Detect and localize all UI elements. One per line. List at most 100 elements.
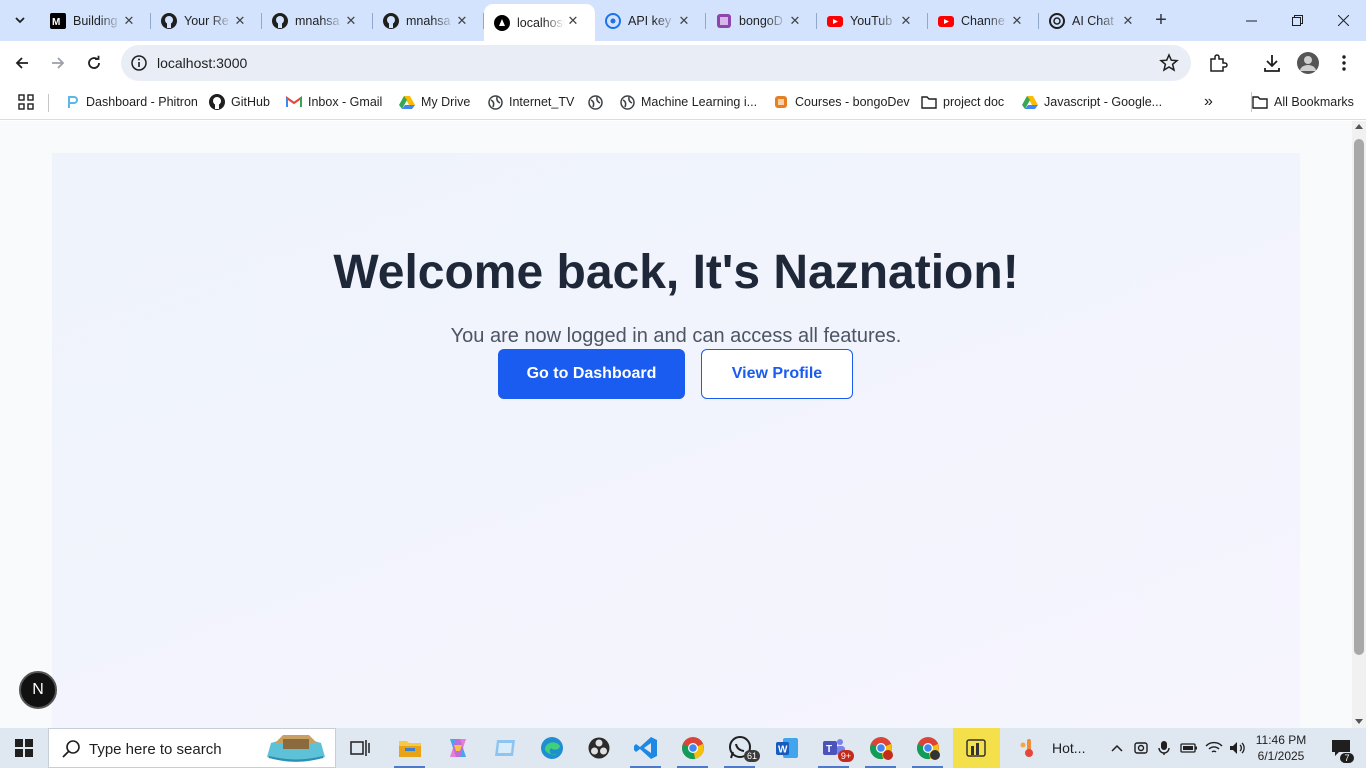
- tray-network[interactable]: [1202, 728, 1226, 768]
- close-icon[interactable]: ✕: [676, 13, 692, 29]
- tab-bongodev[interactable]: bongoD ✕: [706, 4, 817, 38]
- tab-channel[interactable]: Channe ✕: [928, 4, 1039, 38]
- weather-widget[interactable]: Hot...: [1018, 728, 1085, 768]
- taskbar-highlighted-app[interactable]: [953, 728, 1000, 768]
- close-icon[interactable]: ✕: [1009, 13, 1025, 29]
- browser-menu-button[interactable]: [1333, 52, 1355, 74]
- apps-grid-icon: [18, 94, 34, 110]
- globe-icon: [619, 94, 635, 110]
- scrollbar-thumb[interactable]: [1354, 139, 1364, 655]
- globe-icon: [487, 94, 503, 110]
- taskbar-chrome-profile-a[interactable]: [857, 728, 904, 768]
- tab-title: mnahsa: [406, 14, 451, 28]
- tab-localhost[interactable]: localhost ✕: [484, 4, 595, 41]
- downloads-button[interactable]: [1261, 52, 1283, 74]
- bookmark-courses-bongodev[interactable]: Courses - bongoDev: [773, 92, 910, 112]
- folder-icon: [921, 94, 937, 110]
- bookmark-machine-learning[interactable]: Machine Learning i...: [619, 92, 757, 112]
- taskbar-chrome-profile-b[interactable]: [904, 728, 951, 768]
- tab-mnahsa-2[interactable]: mnahsa ✕: [373, 4, 484, 38]
- tab-title: Channe: [961, 14, 1005, 28]
- view-profile-button[interactable]: View Profile: [701, 349, 853, 399]
- chrome-icon: [681, 737, 704, 760]
- tab-your-repo[interactable]: Your Re ✕: [151, 4, 262, 38]
- taskbar-search-box[interactable]: Type here to search: [48, 728, 336, 768]
- windows-taskbar: Type here to search 61 W T 9+ Hot... 11:…: [0, 728, 1366, 768]
- nextjs-dev-tools-button[interactable]: N: [19, 671, 57, 709]
- svg-text:T: T: [826, 744, 832, 755]
- profile-avatar[interactable]: [1297, 52, 1319, 74]
- scroll-up-arrow-icon[interactable]: [1355, 124, 1363, 129]
- scroll-down-arrow-icon[interactable]: [1355, 719, 1363, 724]
- vertical-scrollbar[interactable]: [1352, 121, 1366, 728]
- notification-center-button[interactable]: 7: [1318, 728, 1364, 768]
- address-bar[interactable]: localhost:3000: [121, 45, 1191, 81]
- bookmarks-overflow-button[interactable]: »: [1204, 92, 1213, 112]
- site-info-icon[interactable]: [130, 54, 148, 72]
- page-viewport: Welcome back, It's Naznation! You are no…: [0, 121, 1352, 728]
- chrome-icon: [869, 737, 893, 760]
- forward-button[interactable]: [44, 49, 72, 77]
- close-icon[interactable]: ✕: [343, 13, 359, 29]
- task-view-button[interactable]: [336, 728, 383, 768]
- restore-button[interactable]: [1274, 0, 1320, 41]
- tab-api-key[interactable]: API key ✕: [595, 4, 706, 38]
- taskbar-whatsapp[interactable]: 61: [716, 728, 763, 768]
- taskbar-copilot[interactable]: [434, 728, 481, 768]
- close-icon[interactable]: ✕: [565, 13, 581, 29]
- show-hidden-icons-button[interactable]: [1105, 728, 1129, 768]
- close-icon[interactable]: ✕: [121, 13, 137, 29]
- system-clock[interactable]: 11:46 PM 6/1/2025: [1250, 732, 1312, 764]
- bookmark-github[interactable]: GitHub: [209, 92, 270, 112]
- close-icon[interactable]: ✕: [1120, 13, 1136, 29]
- youtube-icon: [938, 13, 954, 29]
- taskbar-virtual-machine[interactable]: [481, 728, 528, 768]
- tab-search-button[interactable]: [6, 6, 34, 34]
- taskbar-obs[interactable]: [575, 728, 622, 768]
- new-tab-button[interactable]: +: [1150, 9, 1172, 31]
- reload-button[interactable]: [80, 49, 108, 77]
- go-to-dashboard-button[interactable]: Go to Dashboard: [498, 349, 685, 399]
- url-text[interactable]: localhost:3000: [157, 55, 247, 71]
- taskbar-vscode[interactable]: [622, 728, 669, 768]
- bookmark-my-drive[interactable]: My Drive: [399, 92, 470, 112]
- taskbar-edge[interactable]: [528, 728, 575, 768]
- bookmarks-bar: Dashboard - Phitron GitHub Inbox - Gmail…: [0, 85, 1366, 120]
- tray-camera[interactable]: [1129, 728, 1153, 768]
- tray-volume[interactable]: [1226, 728, 1250, 768]
- bookmark-project-doc[interactable]: project doc: [921, 92, 1004, 112]
- drive-icon: [1022, 94, 1038, 110]
- taskbar-chrome[interactable]: [669, 728, 716, 768]
- apps-button[interactable]: [18, 92, 34, 112]
- all-bookmarks-button[interactable]: All Bookmarks: [1251, 92, 1354, 112]
- back-button[interactable]: [8, 49, 36, 77]
- close-icon[interactable]: ✕: [787, 13, 803, 29]
- close-icon[interactable]: ✕: [898, 13, 914, 29]
- bookmark-phitron[interactable]: Dashboard - Phitron: [64, 92, 198, 112]
- bookmark-internet-tv[interactable]: Internet_TV: [487, 92, 574, 112]
- tab-title: localhost: [517, 15, 565, 30]
- tab-ai-chat[interactable]: AI Chat ✕: [1039, 4, 1150, 38]
- extensions-button[interactable]: [1207, 52, 1229, 74]
- close-icon[interactable]: ✕: [454, 13, 470, 29]
- windows-logo-icon: [15, 739, 33, 757]
- bookmark-javascript[interactable]: Javascript - Google...: [1022, 92, 1162, 112]
- taskbar-word[interactable]: W: [763, 728, 810, 768]
- start-button[interactable]: [0, 728, 48, 768]
- close-window-button[interactable]: [1320, 0, 1366, 41]
- taskbar-teams[interactable]: T 9+: [810, 728, 857, 768]
- tab-mnahsa-1[interactable]: mnahsa ✕: [262, 4, 373, 38]
- globe-icon: [587, 94, 603, 110]
- close-icon[interactable]: ✕: [232, 13, 248, 29]
- tab-youtube[interactable]: YouTub ✕: [817, 4, 928, 38]
- tab-building[interactable]: M Building ✕: [40, 4, 151, 38]
- thermometer-icon: [1020, 739, 1033, 757]
- taskbar-file-explorer[interactable]: [386, 728, 433, 768]
- tray-battery[interactable]: [1177, 728, 1201, 768]
- double-chevron-right-icon: »: [1204, 93, 1213, 110]
- tray-microphone[interactable]: [1152, 728, 1176, 768]
- bookmark-unnamed[interactable]: [587, 92, 609, 112]
- minimize-button[interactable]: [1228, 0, 1274, 41]
- bookmark-gmail[interactable]: Inbox - Gmail: [286, 92, 382, 112]
- bookmark-star-icon[interactable]: [1159, 53, 1179, 73]
